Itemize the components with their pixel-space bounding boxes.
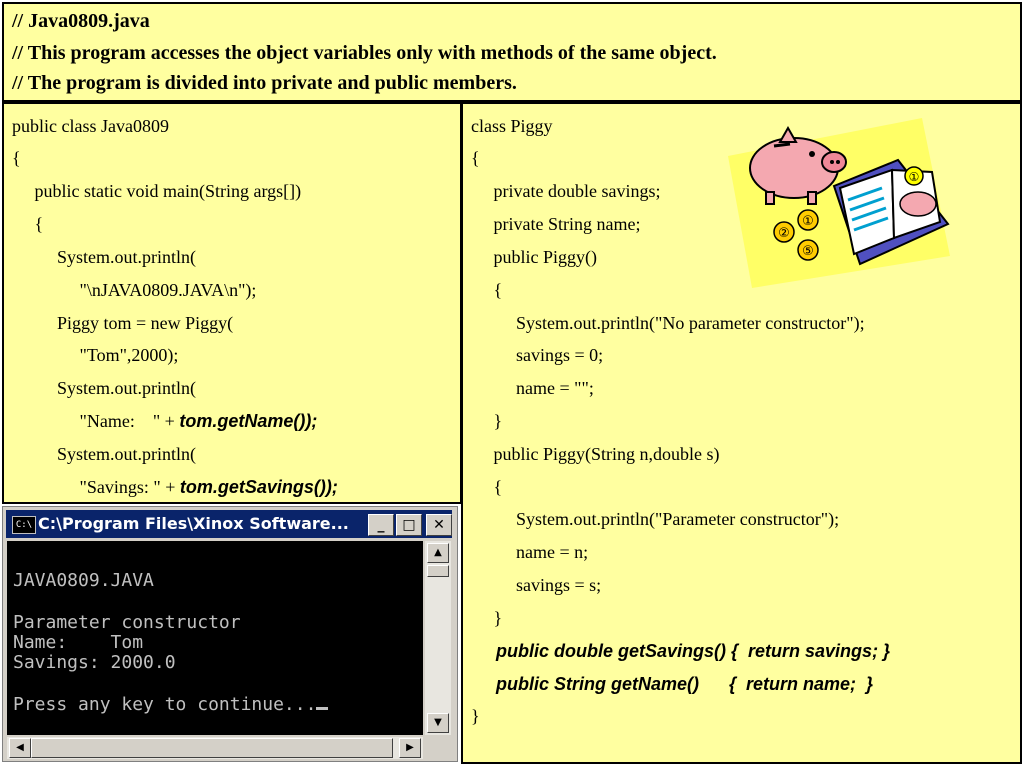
left-code-line: "Name: " + tom.getName()); xyxy=(12,411,318,431)
console-line: Parameter constructor xyxy=(13,612,241,633)
right-code-line: } xyxy=(471,411,503,431)
left-code-line: "\nJAVA0809.JAVA\n"); xyxy=(12,280,257,300)
piggy-bank-clipart: ① ① ② ⑤ xyxy=(722,116,954,290)
right-code-line: { xyxy=(471,280,503,300)
code-method-call: tom.getSavings()); xyxy=(179,477,338,497)
minimize-button[interactable]: _ xyxy=(368,514,394,536)
left-code-line: System.out.println( xyxy=(12,378,196,398)
scroll-right-arrow-icon[interactable]: ▶ xyxy=(399,738,421,758)
left-code-panel: public class Java0809 { public static vo… xyxy=(2,102,462,504)
right-code-line: savings = 0; xyxy=(471,345,604,365)
close-button[interactable]: ✕ xyxy=(426,514,452,536)
right-code-line: System.out.println("No parameter constru… xyxy=(471,313,865,333)
right-code-line: public Piggy(String n,double s) xyxy=(471,444,720,464)
left-code-line: "Tom",2000); xyxy=(12,345,179,365)
left-code-line: Piggy tom = new Piggy( xyxy=(12,313,234,333)
console-title-bar[interactable]: C:\ C:\Program Files\Xinox Software... _… xyxy=(6,510,452,538)
console-line: JAVA0809.JAVA xyxy=(13,570,154,591)
left-code-line: { xyxy=(12,148,21,168)
maximize-button[interactable]: □ xyxy=(396,514,422,536)
right-code-line: name = ""; xyxy=(471,378,594,398)
right-code-line: private String name; xyxy=(471,214,641,234)
left-code-line: { xyxy=(12,214,44,234)
right-code-line-getname: public String getName() { return name; } xyxy=(471,674,874,694)
left-code-line: System.out.println( xyxy=(12,444,196,464)
console-line: Savings: 2000.0 xyxy=(13,652,176,673)
left-code-line: public class Java0809 xyxy=(12,116,169,136)
header-line-2: // This program accesses the object vari… xyxy=(12,42,717,64)
coin-label: ① xyxy=(802,214,814,229)
right-code-line: savings = s; xyxy=(471,575,602,595)
right-code-line: } xyxy=(471,706,480,726)
right-code-line: { xyxy=(471,148,480,168)
horizontal-scroll-thumb[interactable] xyxy=(31,738,393,758)
scroll-thumb[interactable] xyxy=(427,565,449,577)
console-window-icon[interactable]: C:\ xyxy=(12,516,36,534)
left-code-line: public static void main(String args[]) xyxy=(12,181,302,201)
vertical-scrollbar[interactable]: ▲ ▼ xyxy=(425,541,451,735)
coin-label: ① xyxy=(909,170,920,184)
right-code-line: } xyxy=(471,608,503,628)
header-line-3: // The program is divided into private a… xyxy=(12,72,517,94)
right-code-line-getsavings: public double getSavings() { return savi… xyxy=(471,641,891,661)
left-code-line: System.out.println( xyxy=(12,247,196,267)
text-cursor xyxy=(316,707,329,710)
coin-label: ⑤ xyxy=(802,244,814,259)
console-output[interactable]: JAVA0809.JAVA Parameter constructor Name… xyxy=(7,541,423,735)
right-code-line: public Piggy() xyxy=(471,247,598,267)
coin-label: ② xyxy=(778,226,790,241)
console-line: Name: Tom xyxy=(13,632,144,653)
code-text: "Name: " + xyxy=(12,411,180,431)
right-code-line: private double savings; xyxy=(471,181,661,201)
horizontal-scrollbar[interactable]: ◀ ▶ xyxy=(7,737,423,759)
right-code-line: class Piggy xyxy=(471,116,553,136)
console-line: Press any key to continue... xyxy=(13,694,329,715)
right-code-line: System.out.println("Parameter constructo… xyxy=(471,509,840,529)
console-title: C:\Program Files\Xinox Software... xyxy=(38,514,349,533)
console-window: C:\ C:\Program Files\Xinox Software... _… xyxy=(2,506,458,762)
right-code-line: name = n; xyxy=(471,542,589,562)
header-line-1: // Java0809.java xyxy=(12,10,150,32)
left-code-line: "Savings: " + tom.getSavings()); xyxy=(12,477,338,497)
scroll-down-arrow-icon[interactable]: ▼ xyxy=(427,713,449,733)
scroll-left-arrow-icon[interactable]: ◀ xyxy=(9,738,31,758)
right-code-line: { xyxy=(471,477,503,497)
header-banner: // Java0809.java // This program accesse… xyxy=(2,2,1022,102)
code-method-call: tom.getName()); xyxy=(179,411,318,431)
console-prompt-text: Press any key to continue... xyxy=(13,694,317,715)
scroll-up-arrow-icon[interactable]: ▲ xyxy=(427,543,449,563)
code-text: "Savings: " + xyxy=(12,477,180,497)
